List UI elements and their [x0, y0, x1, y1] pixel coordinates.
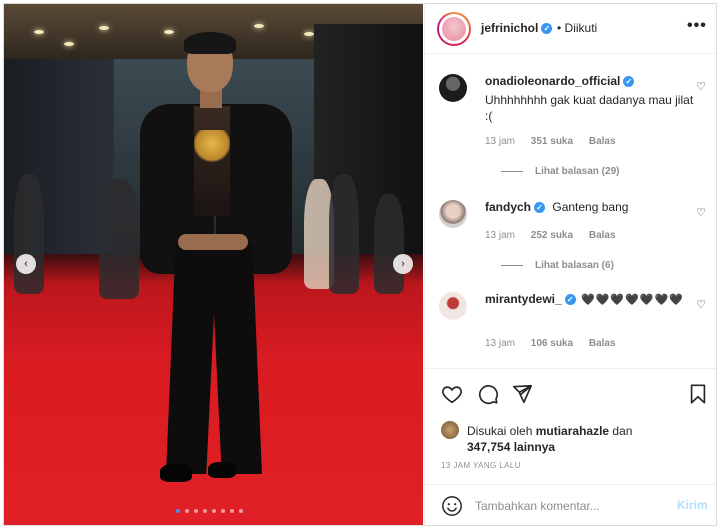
hands: [178, 234, 248, 250]
hair: [184, 32, 236, 54]
follow-status-label[interactable]: Diikuti: [565, 21, 598, 35]
comment-input[interactable]: [475, 497, 665, 515]
share-send-icon[interactable]: [511, 383, 533, 405]
liker-avatar[interactable]: [441, 421, 459, 439]
view-replies-label[interactable]: Lihat balasan (29): [535, 166, 619, 177]
replies-line: [501, 170, 523, 172]
comment-text: 🖤🖤🖤🖤🖤🖤🖤: [581, 294, 684, 306]
replies-line: [501, 264, 523, 266]
carousel-next-button[interactable]: ›: [393, 254, 413, 274]
carousel-dot: [212, 509, 216, 513]
comment-username[interactable]: onadioleonardo_official ✓: [485, 74, 635, 88]
avatar[interactable]: [439, 74, 467, 102]
comment-likes[interactable]: 351 suka: [531, 136, 573, 147]
view-replies-button[interactable]: Lihat balasan (6): [501, 260, 614, 271]
background-person: [14, 174, 44, 294]
likes-summary: Disukai oleh mutiarahazle dan 347,754 la…: [467, 423, 687, 455]
comment-username-text[interactable]: mirantydewi_: [485, 292, 562, 306]
post-timestamp[interactable]: 13 JAM YANG LALU: [441, 461, 521, 470]
add-comment-bar: Kirim: [425, 484, 718, 526]
liker-username[interactable]: mutiarahazle: [536, 424, 609, 438]
comment-username[interactable]: fandych ✓ Ganteng bang: [485, 200, 628, 214]
shoe-left: [160, 464, 192, 482]
separator-dot: •: [557, 21, 562, 35]
like-comment-icon[interactable]: ♡: [696, 206, 706, 219]
comment-time[interactable]: 13 jam: [485, 136, 515, 147]
comment-time[interactable]: 13 jam: [485, 338, 515, 349]
main-subject: [132, 32, 302, 514]
reply-button[interactable]: Balas: [589, 136, 616, 147]
shoe-right: [208, 462, 236, 478]
like-comment-icon[interactable]: ♡: [696, 80, 706, 93]
save-bookmark-icon[interactable]: [687, 383, 709, 405]
author-avatar[interactable]: [437, 12, 471, 46]
verified-icon: ✓: [541, 23, 553, 35]
comment-text: Uhhhhhhhh gak kuat dadanya mau jilat :(: [485, 93, 694, 123]
author-username-text[interactable]: jefrinichol: [481, 21, 538, 35]
comment-username[interactable]: mirantydewi_ ✓: [485, 292, 576, 306]
verified-icon: ✓: [534, 202, 546, 214]
post-actions: Disukai oleh mutiarahazle dan 347,754 la…: [425, 368, 718, 525]
send-comment-button[interactable]: Kirim: [677, 498, 708, 512]
background-person: [329, 174, 359, 294]
follow-status[interactable]: • Diikuti: [557, 21, 597, 35]
carousel-dot: [176, 509, 180, 513]
emoji-icon[interactable]: [441, 495, 463, 517]
likes-prefix: Disukai oleh: [467, 424, 533, 438]
comment-meta: 13 jam 252 suka Balas: [485, 230, 629, 241]
trousers: [166, 244, 262, 474]
carousel-dot: [230, 509, 234, 513]
comment-likes[interactable]: 252 suka: [531, 230, 573, 241]
comment-likes[interactable]: 106 suka: [531, 338, 573, 349]
carousel-dot: [221, 509, 225, 513]
gold-necklace: [194, 130, 230, 164]
side-panel: jefrinichol ✓ • Diikuti ••• onadioleonard…: [424, 4, 718, 525]
comment-text: Ganteng bang: [552, 200, 629, 214]
comment-username-text[interactable]: onadioleonardo_official: [485, 74, 620, 88]
comment-username-text[interactable]: fandych: [485, 200, 531, 214]
comment-time[interactable]: 13 jam: [485, 230, 515, 241]
carousel-dot: [185, 509, 189, 513]
author-username[interactable]: jefrinichol ✓: [481, 21, 553, 35]
carousel-dot: [239, 509, 243, 513]
comment-bubble-icon[interactable]: [477, 383, 499, 405]
verified-icon: ✓: [623, 76, 635, 88]
background-person: [374, 194, 404, 294]
carousel-prev-button[interactable]: ‹: [16, 254, 36, 274]
reply-button[interactable]: Balas: [589, 338, 616, 349]
like-heart-icon[interactable]: [441, 383, 463, 405]
carousel-dot: [203, 509, 207, 513]
more-options-icon[interactable]: •••: [687, 17, 707, 35]
likes-conj: dan: [612, 424, 633, 438]
post-header: jefrinichol ✓ • Diikuti •••: [425, 4, 718, 54]
avatar[interactable]: [439, 200, 467, 228]
reply-button[interactable]: Balas: [589, 230, 616, 241]
view-replies-label[interactable]: Lihat balasan (6): [535, 260, 614, 271]
carousel-dot: [194, 509, 198, 513]
view-replies-button[interactable]: Lihat balasan (29): [501, 166, 619, 177]
avatar[interactable]: [439, 292, 467, 320]
post-frame: ‹ › jefrinichol ✓ • Diikuti ••• onadioleo…: [3, 3, 718, 526]
post-photo[interactable]: ‹ ›: [4, 4, 423, 525]
like-comment-icon[interactable]: ♡: [696, 298, 706, 311]
verified-icon: ✓: [564, 294, 576, 306]
carousel-dots: [176, 509, 243, 513]
likes-count[interactable]: 347,754 lainnya: [467, 440, 555, 454]
comment-meta: 13 jam 351 suka Balas: [485, 136, 629, 147]
comment-meta: 13 jam 106 suka Balas: [485, 338, 629, 349]
